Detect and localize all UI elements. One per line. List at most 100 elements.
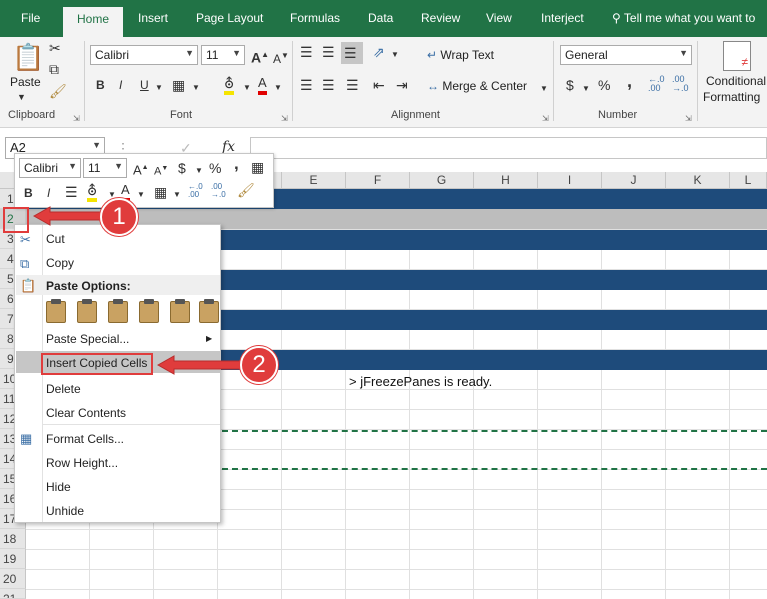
tab-interject[interactable]: Interject [541, 11, 584, 25]
menu-item-delete[interactable]: Delete [46, 382, 81, 396]
column-header[interactable]: L [730, 172, 767, 189]
align-top-icon[interactable]: ☰ [300, 44, 313, 60]
fill-color-icon[interactable]: ⛢ [87, 182, 98, 202]
row-header[interactable]: 21 [0, 589, 26, 599]
font-color-icon[interactable]: A [258, 75, 267, 95]
increase-decimal-icon[interactable]: ←.0.00 [188, 183, 203, 199]
decrease-indent-icon[interactable]: ⇤ [373, 77, 385, 93]
increase-decimal-icon[interactable]: ←.0.00 [648, 75, 665, 93]
currency-button[interactable]: $ [566, 77, 574, 93]
percent-button[interactable]: % [598, 77, 610, 93]
row-header[interactable]: 19 [0, 549, 26, 569]
tab-data[interactable]: Data [368, 11, 393, 25]
mini-size-combo[interactable]: 11 ▼ [83, 158, 127, 178]
chevron-down-icon[interactable]: ▼ [155, 80, 163, 96]
scissors-icon[interactable]: ✂ [49, 40, 61, 56]
font-size-combo[interactable]: 11 ▼ [201, 45, 245, 65]
fill-color-icon[interactable]: ⛢ [224, 75, 235, 95]
align-center-icon[interactable]: ☰ [65, 184, 78, 200]
comma-button[interactable]: , [627, 72, 632, 90]
paste-link-icon[interactable] [199, 299, 219, 323]
menu-item-unhide[interactable]: Unhide [46, 504, 84, 518]
number-format-combo[interactable]: General ▼ [560, 45, 692, 65]
column-header[interactable]: H [474, 172, 538, 189]
tab-page-layout[interactable]: Page Layout [196, 11, 263, 25]
row-header[interactable]: 18 [0, 529, 26, 549]
conditional-formatting-icon[interactable]: ≠ [723, 41, 751, 71]
decrease-decimal-icon[interactable]: .00 →.0 [211, 183, 226, 199]
borders-icon[interactable]: ▦ [172, 77, 185, 93]
row-header[interactable]: 20 [0, 569, 26, 589]
chevron-down-icon[interactable]: ▼ [195, 163, 203, 179]
chevron-down-icon[interactable]: ▼ [391, 47, 399, 63]
dialog-launcher-icon[interactable]: ⇲ [685, 111, 692, 127]
chevron-down-icon[interactable]: ▼ [582, 81, 590, 97]
decrease-font-icon[interactable]: A▼ [273, 48, 289, 67]
tab-home[interactable]: Home [63, 7, 124, 37]
align-bottom-icon[interactable]: ☰ [341, 42, 363, 64]
mini-font-combo[interactable]: Calibri ▼ [19, 158, 81, 178]
tab-insert[interactable]: Insert [138, 11, 168, 25]
menu-item-format-cells[interactable]: Format Cells... [46, 432, 124, 446]
align-middle-icon[interactable]: ☰ [322, 44, 335, 60]
paste-icon[interactable] [46, 299, 66, 323]
format-painter-icon[interactable]: 🖌 [49, 83, 67, 99]
dialog-launcher-icon[interactable]: ⇲ [73, 111, 80, 127]
merge-center-button[interactable]: ↔ Merge & Center [427, 78, 527, 94]
menu-item-row-height[interactable]: Row Height... [46, 456, 118, 470]
column-header[interactable]: I [538, 172, 602, 189]
mini-italic-button[interactable]: I [47, 185, 50, 201]
cell-text[interactable]: > jFreezePanes is ready. [349, 374, 492, 389]
menu-item-copy[interactable]: Copy [46, 256, 74, 270]
tab-formulas[interactable]: Formulas [290, 11, 340, 25]
wrap-text-button[interactable]: ↵ Wrap Text [427, 47, 494, 63]
chevron-down-icon[interactable]: ▼ [274, 80, 282, 96]
conditional-formatting-button[interactable]: Conditional [706, 74, 766, 88]
menu-item-hide[interactable]: Hide [46, 480, 71, 494]
chevron-down-icon[interactable]: ▼ [17, 89, 26, 105]
copy-icon[interactable]: ⧉ [49, 61, 59, 77]
column-header[interactable]: F [346, 172, 410, 189]
decrease-font-icon[interactable]: A▼ [154, 161, 168, 180]
chevron-down-icon[interactable]: ▼ [192, 80, 200, 96]
tab-view[interactable]: View [486, 11, 512, 25]
paste-formatting-icon[interactable] [170, 299, 190, 323]
mini-comma-button[interactable]: , [234, 155, 239, 172]
tab-review[interactable]: Review [421, 11, 460, 25]
italic-icon[interactable]: I [119, 77, 122, 93]
increase-font-icon[interactable]: A▲ [251, 47, 269, 66]
chevron-down-icon[interactable]: ▼ [137, 187, 145, 203]
decrease-decimal-icon[interactable]: .00 →.0 [672, 75, 689, 93]
chevron-down-icon[interactable]: ▼ [243, 80, 251, 96]
paste-transpose-icon[interactable] [139, 299, 159, 323]
align-left-icon[interactable]: ☰ [300, 77, 313, 93]
align-center-icon[interactable]: ☰ [322, 77, 335, 93]
bold-icon[interactable]: B [96, 77, 105, 93]
font-name-combo[interactable]: Calibri ▼ [90, 45, 198, 65]
column-header[interactable]: E [282, 172, 346, 189]
column-header[interactable]: K [666, 172, 730, 189]
dialog-launcher-icon[interactable]: ⇲ [542, 111, 549, 127]
mini-percent-button[interactable]: % [209, 160, 221, 176]
tab-file[interactable]: File [21, 11, 40, 25]
mini-currency-button[interactable]: $ [178, 160, 186, 176]
menu-item-cut[interactable]: Cut [46, 232, 65, 246]
chevron-down-icon[interactable]: ▼ [540, 81, 548, 97]
column-header[interactable]: J [602, 172, 666, 189]
table-format-icon[interactable]: ▦ [251, 159, 264, 175]
dialog-launcher-icon[interactable]: ⇲ [281, 111, 288, 127]
align-right-icon[interactable]: ☰ [346, 77, 359, 93]
column-header[interactable]: G [410, 172, 474, 189]
paste-button[interactable]: Paste [10, 75, 41, 89]
tell-me-search[interactable]: ⚲ Tell me what you want to [612, 11, 755, 25]
borders-icon[interactable]: ▦ [154, 184, 167, 200]
format-painter-icon[interactable]: 🖌 [237, 182, 255, 198]
chevron-down-icon[interactable]: ▼ [173, 187, 181, 203]
formula-input[interactable] [250, 137, 767, 159]
underline-icon[interactable]: U [140, 77, 149, 93]
increase-indent-icon[interactable]: ⇥ [396, 77, 408, 93]
mini-bold-button[interactable]: B [24, 185, 33, 201]
paste-values-icon[interactable] [77, 299, 97, 323]
paste-formulas-icon[interactable] [108, 299, 128, 323]
menu-item-paste-special[interactable]: Paste Special... [46, 332, 129, 346]
